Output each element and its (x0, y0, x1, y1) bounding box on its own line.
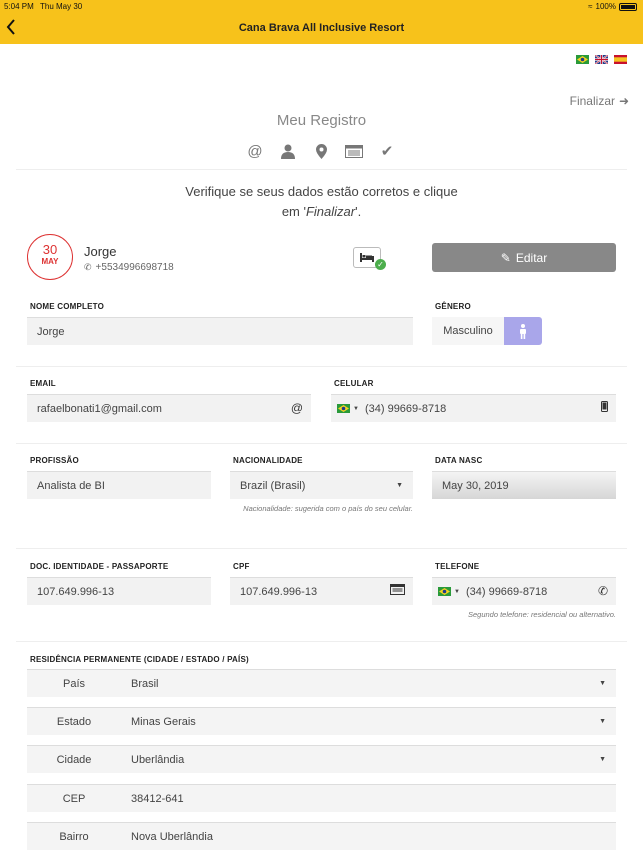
at-icon[interactable]: @ (246, 142, 264, 160)
profession-field[interactable]: Analista de BI (27, 471, 211, 499)
page-title: Meu Registro (276, 112, 367, 129)
checkin-day: 30 (42, 242, 58, 257)
dropdown-caret-icon: ▼ (396, 482, 403, 489)
flag-brazil-icon[interactable] (438, 587, 451, 596)
id-card-icon[interactable] (345, 142, 363, 160)
status-bar: 5:04 PM Thu May 30 ≈ 100% (0, 2, 643, 12)
city-label: Cidade (56, 754, 92, 766)
passport-label: DOC. IDENTIDADE - PASSAPORTE (30, 562, 169, 571)
profession-label: PROFISSÃO (30, 456, 79, 465)
edit-label: Editar (515, 250, 548, 265)
battery-percent: 100% (595, 2, 616, 11)
email-field[interactable]: rafaelbonati1@gmail.com @ (27, 394, 311, 422)
arrow-right-icon: ➜ (618, 94, 629, 108)
guest-phone: ✆ +5534996698718 (84, 262, 174, 273)
dropdown-caret-icon: ▼ (599, 718, 606, 725)
birth-date-field[interactable]: May 30, 2019 (432, 471, 616, 499)
dropdown-caret-icon: ▼ (599, 680, 606, 687)
zip-label: CEP (62, 793, 86, 805)
male-icon (520, 323, 526, 339)
flag-uk-icon[interactable] (595, 55, 608, 64)
check-badge-icon: ✓ (375, 259, 386, 270)
state-value: Minas Gerais (131, 716, 196, 728)
id-card-icon (390, 584, 405, 598)
checkin-date-badge: 30 MAY (27, 234, 73, 280)
divider (16, 366, 627, 367)
nationality-hint: Nacionalidade: sugerida com o país do se… (243, 504, 413, 513)
wifi-icon: ≈ (588, 2, 593, 11)
mobile-field[interactable]: ▼ (34) 99669-8718 (331, 394, 616, 422)
dropdown-caret-icon: ▼ (353, 405, 359, 412)
verify-line-2: em 'Finalizar'. (281, 204, 362, 219)
phone-field[interactable]: ▼ (34) 99669-8718 ✆ (432, 577, 616, 605)
divider (16, 169, 627, 170)
mobile-label: CELULAR (334, 379, 374, 388)
status-time: 5:04 PM (4, 2, 34, 11)
guest-name: Jorge (84, 244, 117, 259)
divider (16, 641, 627, 642)
phone-icon: ✆ (597, 584, 608, 598)
status-date: Thu May 30 (40, 2, 83, 11)
neighborhood-field[interactable]: Bairro Nova Uberlândia (27, 822, 616, 850)
phone-icon: ✆ (84, 262, 92, 272)
divider (16, 443, 627, 444)
checkin-month: MAY (41, 257, 59, 266)
finalize-link[interactable]: Finalizar ➜ (569, 94, 629, 108)
user-icon[interactable] (279, 142, 297, 160)
neighborhood-value: Nova Uberlândia (131, 831, 213, 843)
flag-brazil-icon[interactable] (337, 404, 350, 413)
language-selector (576, 55, 627, 64)
passport-field[interactable]: 107.649.996-13 (27, 577, 211, 605)
birth-date-label: DATA NASC (435, 456, 483, 465)
phone-hint: Segundo telefone: residencial ou alterna… (467, 610, 616, 619)
map-marker-icon[interactable] (312, 142, 330, 160)
at-icon: @ (290, 401, 303, 415)
registration-steps: @ ✔ (246, 142, 396, 161)
edit-icon: ✎ (500, 250, 511, 265)
top-bar: 5:04 PM Thu May 30 ≈ 100% Cana Brava All… (0, 0, 643, 44)
check-icon[interactable]: ✔ (378, 142, 396, 160)
finalize-label: Finalizar (569, 94, 615, 108)
zip-field[interactable]: CEP 38412-641 (27, 784, 616, 812)
status-right: ≈ 100% (588, 2, 637, 11)
country-select[interactable]: País Brasil ▼ (27, 669, 616, 697)
phone-label: TELEFONE (435, 562, 480, 571)
nationality-label: NACIONALIDADE (233, 456, 303, 465)
state-select[interactable]: Estado Minas Gerais ▼ (27, 707, 616, 735)
dropdown-caret-icon: ▼ (599, 756, 606, 763)
country-label: País (62, 678, 85, 690)
flag-spain-icon[interactable] (614, 55, 627, 64)
dropdown-caret-icon: ▼ (454, 588, 460, 595)
full-name-field[interactable]: Jorge (27, 317, 413, 345)
city-value: Uberlândia (131, 754, 185, 766)
nationality-select[interactable]: Brazil (Brasil) ▼ (230, 471, 413, 499)
zip-value: 38412-641 (131, 793, 184, 805)
residence-label: RESIDÊNCIA PERMANENTE (CIDADE / ESTADO /… (30, 655, 249, 664)
neighborhood-label: Bairro (59, 831, 89, 843)
cpf-label: CPF (233, 562, 250, 571)
verify-line-1: Verifique se seus dados estão corretos e… (185, 184, 458, 199)
divider (16, 548, 627, 549)
gender-toggle-button[interactable] (504, 317, 542, 345)
mobile-phone-icon (601, 401, 608, 415)
verify-message: Verifique se seus dados estão corretos e… (0, 182, 643, 222)
edit-button[interactable]: ✎ Editar (432, 243, 616, 272)
state-label: Estado (56, 716, 92, 728)
country-value: Brasil (131, 678, 159, 690)
city-select[interactable]: Cidade Uberlândia ▼ (27, 745, 616, 773)
gender-value: Masculino (432, 317, 504, 345)
cpf-field[interactable]: 107.649.996-13 (230, 577, 413, 605)
battery-icon (619, 2, 637, 11)
email-label: EMAIL (30, 379, 56, 388)
gender-label: GÊNERO (435, 302, 471, 311)
full-name-label: NOME COMPLETO (30, 302, 105, 311)
flag-brazil-icon[interactable] (576, 55, 589, 64)
app-title: Cana Brava All Inclusive Resort (238, 22, 405, 34)
